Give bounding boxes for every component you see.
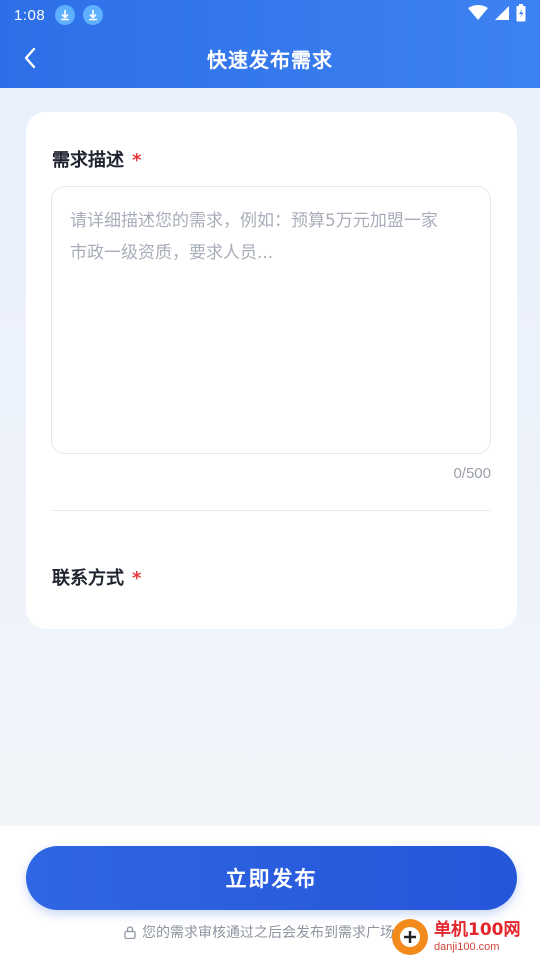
wifi-icon — [468, 5, 488, 25]
chevron-left-icon — [24, 47, 36, 69]
watermark-title: 单机100网 — [434, 919, 521, 940]
watermark-logo: 单机100网 danji100.com — [392, 914, 540, 960]
footer-note-text: 您的需求审核通过之后会发布到需求广场 — [142, 925, 394, 941]
watermark-plus-icon — [392, 919, 428, 955]
watermark-url: danji100.com — [434, 940, 500, 953]
status-time: 1:08 — [14, 6, 46, 24]
contact-label: 联系方式 * — [52, 564, 141, 590]
description-label-text: 需求描述 — [52, 150, 124, 171]
divider — [51, 510, 491, 511]
signal-icon — [494, 5, 510, 25]
required-mark: * — [132, 150, 142, 171]
form-card: 需求描述 * 请详细描述您的需求，例如：预算5万元加盟一家 市政一级资质，要求人员… — [26, 112, 517, 629]
app-header: 1:08 快速发布需求 — [0, 0, 540, 88]
description-textarea[interactable]: 请详细描述您的需求，例如：预算5万元加盟一家 市政一级资质，要求人员... — [51, 186, 491, 454]
back-button[interactable] — [14, 42, 46, 74]
required-mark: * — [132, 568, 142, 589]
battery-icon — [516, 4, 526, 26]
description-label: 需求描述 * — [52, 146, 141, 172]
footer-note: 您的需求审核通过之后会发布到需求广场 — [124, 922, 394, 942]
download-icon — [55, 5, 76, 25]
description-placeholder: 请详细描述您的需求，例如：预算5万元加盟一家 市政一级资质，要求人员... — [70, 211, 438, 263]
title-row: 快速发布需求 — [0, 36, 540, 80]
lock-icon — [124, 925, 136, 939]
contact-label-text: 联系方式 — [52, 568, 124, 589]
publish-button[interactable]: 立即发布 — [26, 846, 517, 910]
char-counter: 0/500 — [453, 465, 491, 482]
download-icon — [83, 5, 104, 25]
status-bar: 1:08 — [0, 0, 540, 30]
page-title: 快速发布需求 — [207, 47, 333, 72]
watermark-text: 单机100网 danji100.com — [434, 919, 521, 953]
